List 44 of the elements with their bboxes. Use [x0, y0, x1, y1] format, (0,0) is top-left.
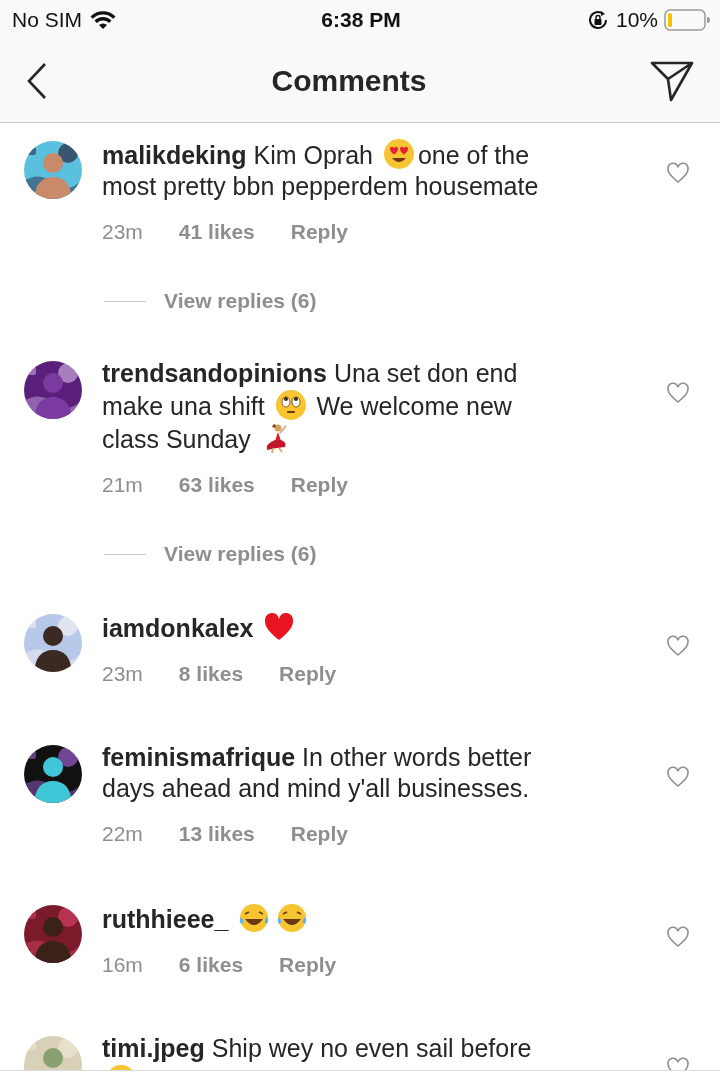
page-title: Comments	[271, 64, 427, 98]
comment-time: 22m	[102, 821, 143, 847]
comment-text: trendsandopinions Una set don end make una shift We welcome new class Sunday	[102, 358, 519, 455]
laughing-face-icon	[238, 902, 271, 934]
reply-button[interactable]: Reply	[290, 469, 348, 500]
comment-time: 23m	[102, 661, 143, 687]
view-replies-button[interactable]: View replies (6)	[164, 539, 317, 569]
battery-percent: 10%	[615, 8, 658, 32]
comment-time: 16m	[102, 952, 143, 978]
heart-icon	[263, 611, 296, 643]
clock: 6:38 PM	[321, 8, 401, 32]
share-button[interactable]	[650, 60, 694, 102]
battery-icon	[664, 9, 710, 31]
like-button[interactable]	[666, 162, 690, 184]
username-link[interactable]: iamdonkalex	[102, 614, 254, 642]
likes-count[interactable]: 6 likes	[178, 949, 244, 980]
username-link[interactable]: malikdeking	[102, 141, 247, 169]
likes-count[interactable]: 13 likes	[178, 818, 255, 849]
back-button[interactable]	[26, 62, 48, 100]
comment-time: 23m	[102, 219, 143, 245]
likes-count[interactable]: 63 likes	[178, 469, 255, 500]
reply-button[interactable]: Reply	[279, 949, 337, 980]
reply-button[interactable]: Reply	[290, 216, 348, 247]
reply-button[interactable]: Reply	[290, 818, 348, 849]
like-button[interactable]	[666, 926, 690, 948]
comment-text: feminismafrique In other words better days ahead and mind y'all businesses.	[102, 742, 533, 804]
like-button[interactable]	[666, 382, 690, 404]
likes-count[interactable]: 8 likes	[178, 658, 244, 689]
eye-roll-face-icon	[274, 389, 307, 421]
like-button[interactable]	[666, 766, 690, 788]
laughing-face-icon	[276, 902, 309, 934]
username-link[interactable]: feminismafrique	[102, 743, 296, 771]
view-replies-button[interactable]: View replies (6)	[164, 286, 317, 316]
likes-count[interactable]: 41 likes	[178, 216, 255, 247]
username-link[interactable]: ruthhieee_	[102, 905, 229, 933]
heart-eyes-face-icon	[382, 138, 415, 170]
reply-button[interactable]: Reply	[279, 658, 337, 689]
username-link[interactable]: timi.jpeg	[102, 1034, 205, 1062]
like-button[interactable]	[666, 635, 690, 657]
wifi-icon	[90, 10, 116, 30]
comment-text: malikdeking Kim Oprah one of the most pretty bbn pepperdem housemate	[102, 138, 572, 202]
comment-time: 21m	[102, 472, 143, 498]
carrier-label: No SIM	[12, 8, 82, 32]
username-link[interactable]: trendsandopinions	[102, 359, 327, 387]
